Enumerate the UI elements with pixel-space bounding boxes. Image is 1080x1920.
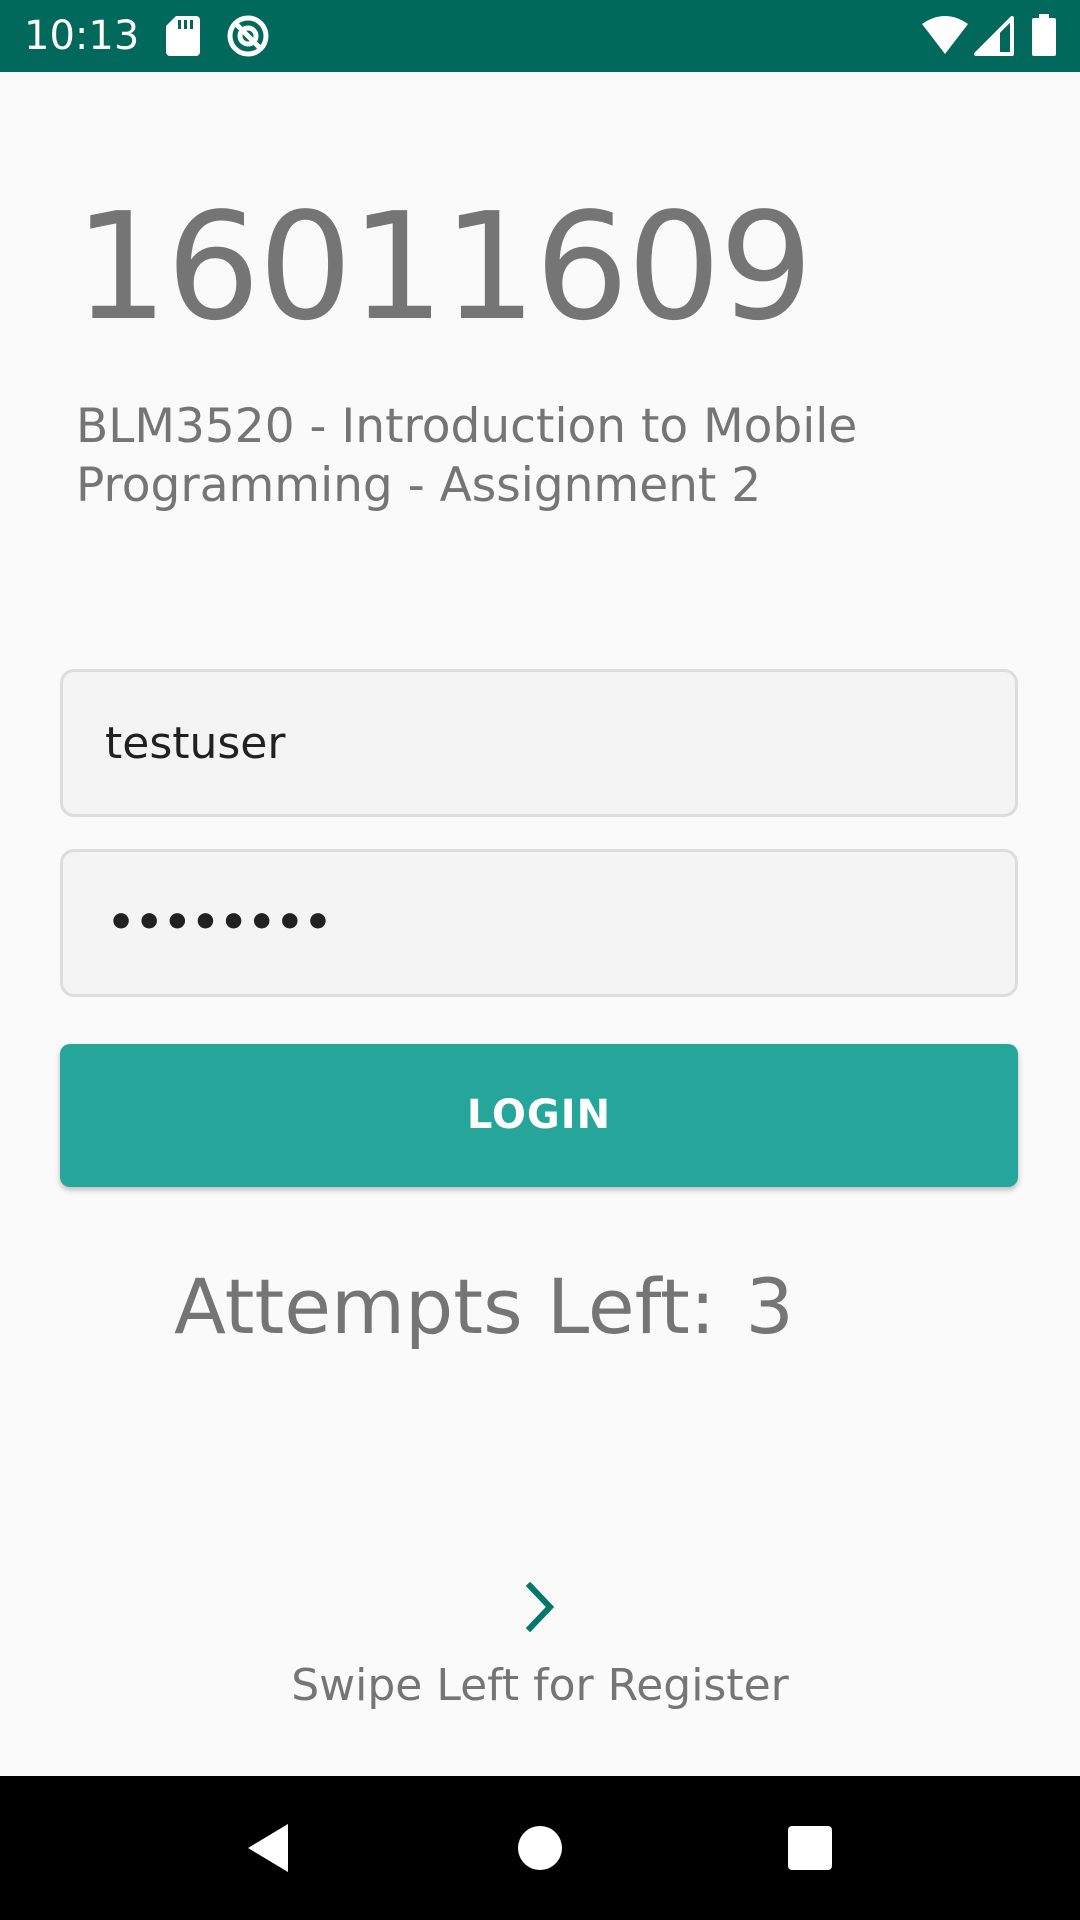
username-input[interactable] <box>105 672 975 814</box>
home-icon[interactable] <box>518 1826 562 1870</box>
signal-icon <box>974 16 1014 56</box>
username-field[interactable] <box>60 669 1018 817</box>
back-icon[interactable] <box>244 1822 292 1874</box>
student-id-title: 16011609 <box>74 181 813 353</box>
battery-icon <box>1032 14 1056 56</box>
password-field[interactable]: •••••••• <box>60 849 1018 997</box>
password-input[interactable]: •••••••• <box>107 852 332 994</box>
login-screen[interactable]: 16011609 BLM3520 - Introduction to Mobil… <box>0 72 1080 1776</box>
attempts-value: 3 <box>745 1262 794 1351</box>
status-bar: 10:13 <box>0 0 1080 72</box>
attempts-label: Attempts Left: <box>174 1262 716 1351</box>
status-time: 10:13 <box>24 13 140 59</box>
login-button[interactable]: LOGIN <box>60 1044 1018 1187</box>
wifi-icon <box>922 16 968 54</box>
sync-icon <box>227 15 269 57</box>
chevron-right-icon <box>525 1582 555 1632</box>
recents-icon[interactable] <box>788 1826 832 1870</box>
navigation-bar <box>0 1776 1080 1920</box>
attempts-counter: Attempts Left: 3 <box>174 1262 794 1352</box>
swipe-hint: Swipe Left for Register <box>291 1660 789 1711</box>
sd-card-icon <box>166 16 200 56</box>
course-title: BLM3520 - Introduction to Mobile Program… <box>76 399 858 513</box>
